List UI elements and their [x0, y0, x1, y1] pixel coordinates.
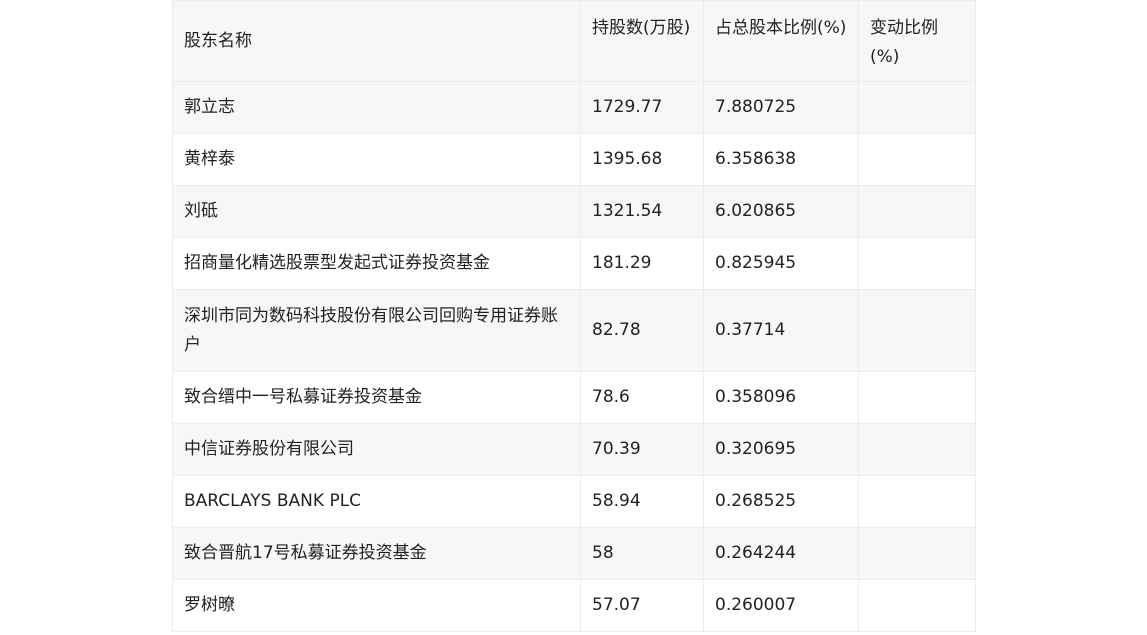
- cell-ratio: 0.320695: [703, 423, 859, 476]
- table-row: 郭立志 1729.77 7.880725: [172, 81, 976, 134]
- cell-name: 招商量化精选股票型发起式证券投资基金: [172, 237, 581, 290]
- cell-change: [858, 475, 976, 528]
- cell-name: 致合缙中一号私募证券投资基金: [172, 371, 581, 424]
- cell-change: [858, 289, 976, 372]
- cell-name: BARCLAYS BANK PLC: [172, 475, 581, 528]
- cell-ratio: 0.268525: [703, 475, 859, 528]
- cell-shares: 57.07: [580, 579, 704, 632]
- header-change: 变动比例(%): [858, 0, 976, 82]
- cell-name: 郭立志: [172, 81, 581, 134]
- cell-name: 罗树暸: [172, 579, 581, 632]
- cell-change: [858, 185, 976, 238]
- header-shares: 持股数(万股): [580, 0, 704, 82]
- cell-change: [858, 81, 976, 134]
- shareholders-table: 股东名称 持股数(万股) 占总股本比例(%) 变动比例(%) 郭立志 1729.…: [172, 0, 976, 632]
- cell-ratio: 7.880725: [703, 81, 859, 134]
- cell-change: [858, 527, 976, 580]
- table-row: 中信证券股份有限公司 70.39 0.320695: [172, 423, 976, 476]
- cell-ratio: 0.825945: [703, 237, 859, 290]
- cell-name: 中信证券股份有限公司: [172, 423, 581, 476]
- table-header-row: 股东名称 持股数(万股) 占总股本比例(%) 变动比例(%): [172, 0, 976, 82]
- cell-ratio: 0.358096: [703, 371, 859, 424]
- header-shareholder-name: 股东名称: [172, 0, 581, 82]
- cell-ratio: 0.260007: [703, 579, 859, 632]
- cell-shares: 181.29: [580, 237, 704, 290]
- cell-shares: 1395.68: [580, 133, 704, 186]
- table-row: 招商量化精选股票型发起式证券投资基金 181.29 0.825945: [172, 237, 976, 290]
- cell-ratio: 0.37714: [703, 289, 859, 372]
- cell-change: [858, 371, 976, 424]
- table-row: BARCLAYS BANK PLC 58.94 0.268525: [172, 475, 976, 528]
- header-ratio: 占总股本比例(%): [703, 0, 859, 82]
- cell-name: 致合晋航17号私募证券投资基金: [172, 527, 581, 580]
- cell-shares: 70.39: [580, 423, 704, 476]
- cell-ratio: 6.020865: [703, 185, 859, 238]
- cell-ratio: 6.358638: [703, 133, 859, 186]
- cell-name: 黄梓泰: [172, 133, 581, 186]
- cell-ratio: 0.264244: [703, 527, 859, 580]
- cell-shares: 58.94: [580, 475, 704, 528]
- cell-change: [858, 237, 976, 290]
- table-row: 罗树暸 57.07 0.260007: [172, 579, 976, 632]
- cell-change: [858, 423, 976, 476]
- cell-shares: 58: [580, 527, 704, 580]
- table-row: 深圳市同为数码科技股份有限公司回购专用证券账户 82.78 0.37714: [172, 289, 976, 372]
- cell-shares: 1321.54: [580, 185, 704, 238]
- cell-shares: 78.6: [580, 371, 704, 424]
- cell-shares: 1729.77: [580, 81, 704, 134]
- table-row: 致合晋航17号私募证券投资基金 58 0.264244: [172, 527, 976, 580]
- cell-name: 深圳市同为数码科技股份有限公司回购专用证券账户: [172, 289, 581, 372]
- cell-name: 刘砥: [172, 185, 581, 238]
- table-row: 刘砥 1321.54 6.020865: [172, 185, 976, 238]
- cell-change: [858, 133, 976, 186]
- cell-change: [858, 579, 976, 632]
- table-row: 黄梓泰 1395.68 6.358638: [172, 133, 976, 186]
- table-row: 致合缙中一号私募证券投资基金 78.6 0.358096: [172, 371, 976, 424]
- cell-shares: 82.78: [580, 289, 704, 372]
